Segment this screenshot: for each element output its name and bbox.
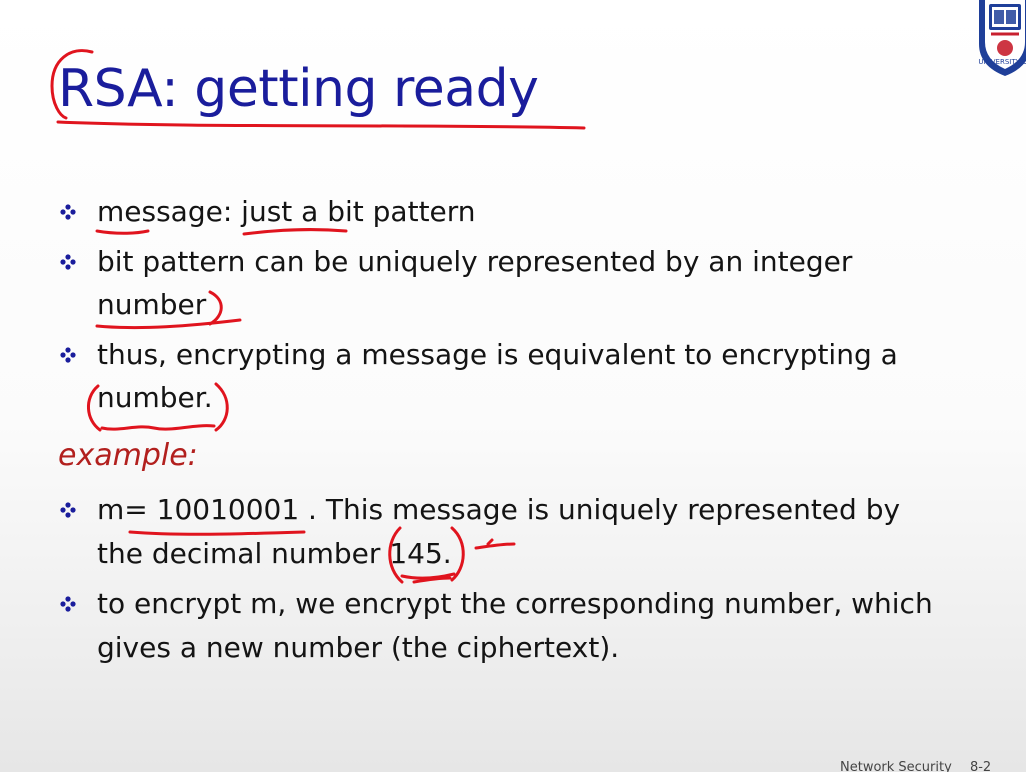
svg-text:UNIVERSITY OF: UNIVERSITY OF [978, 58, 1026, 66]
diamond-bullet-icon [60, 254, 76, 270]
bullet-list: message: just a bit pattern bit pattern … [60, 190, 940, 426]
bullet-text: to encrypt m, we encrypt the correspondi… [97, 587, 933, 664]
bullet-text: message: just a bit pattern [97, 195, 476, 228]
bullet-item: m= 10010001 . This message is uniquely r… [60, 488, 940, 576]
slide-footer: Network Security 8-2 [840, 760, 1005, 772]
slide-title: RSA: getting ready [58, 59, 539, 119]
example-label: example: [58, 438, 198, 473]
bullet-item: message: just a bit pattern [60, 190, 940, 233]
bullet-item: to encrypt m, we encrypt the correspondi… [60, 582, 940, 670]
university-logo: UNIVERSITY OF [978, 0, 1026, 76]
diamond-bullet-icon [60, 502, 76, 518]
bullet-item: bit pattern can be uniquely represented … [60, 240, 940, 326]
diamond-bullet-icon [60, 596, 76, 612]
bullet-text: m= 10010001 . This message is uniquely r… [97, 493, 901, 570]
bullet-text: bit pattern can be uniquely represented … [97, 245, 853, 321]
bullet-text: thus, encrypting a message is equivalent… [97, 338, 898, 414]
number-wavy-underline-annotation [100, 424, 216, 431]
bullet-item: thus, encrypting a message is equivalent… [60, 333, 940, 419]
diamond-bullet-icon [60, 347, 76, 363]
example-bullet-list: m= 10010001 . This message is uniquely r… [60, 488, 940, 676]
footer-page-number: 8-2 [969, 760, 992, 772]
footer-course: Network Security [840, 760, 952, 772]
diamond-bullet-icon [60, 204, 76, 220]
